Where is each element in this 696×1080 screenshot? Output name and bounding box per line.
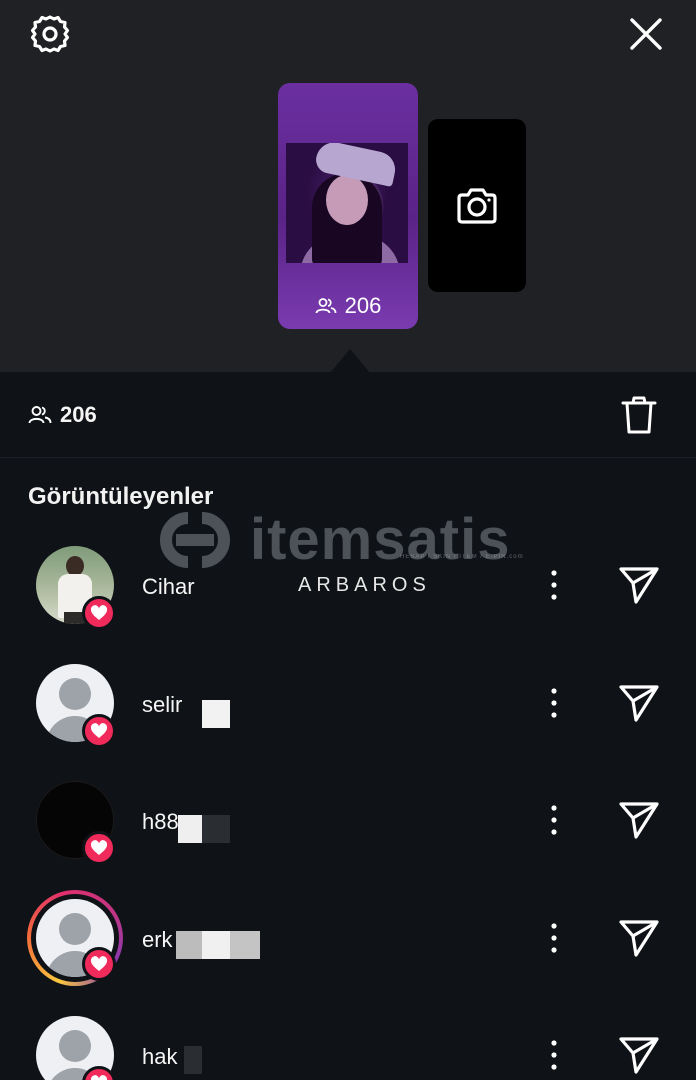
story-preview-area: 206 xyxy=(0,0,696,372)
redaction-block xyxy=(202,931,230,959)
redaction-block xyxy=(176,931,202,959)
settings-button[interactable] xyxy=(26,10,74,58)
more-icon xyxy=(551,688,557,718)
heart-icon xyxy=(90,605,108,620)
heart-icon xyxy=(90,840,108,855)
viewer-summary-bar: 206 xyxy=(0,372,696,458)
story-view-count: 206 xyxy=(278,293,418,319)
more-icon xyxy=(551,805,557,835)
more-options-button[interactable] xyxy=(540,802,568,838)
overlay-text: ARBAROS xyxy=(298,574,431,596)
heart-icon xyxy=(90,1075,108,1080)
heart-icon xyxy=(90,956,108,971)
like-badge xyxy=(82,947,116,981)
username[interactable]: hak xyxy=(142,1044,177,1070)
close-icon xyxy=(630,18,662,50)
story-thumbnail xyxy=(286,143,408,263)
viewer-count: 206 xyxy=(28,402,97,428)
heart-icon xyxy=(90,723,108,738)
more-options-button[interactable] xyxy=(540,920,568,956)
more-icon xyxy=(551,923,557,953)
send-icon xyxy=(619,920,659,957)
send-icon xyxy=(619,802,659,839)
trash-icon xyxy=(621,396,657,434)
list-item[interactable]: h88 xyxy=(0,761,696,879)
send-icon xyxy=(619,685,659,722)
like-badge xyxy=(82,831,116,865)
redaction-block xyxy=(178,815,202,843)
username[interactable]: selir xyxy=(142,692,182,718)
redaction-block xyxy=(202,700,230,728)
send-message-button[interactable] xyxy=(616,562,662,608)
send-icon xyxy=(619,1037,659,1074)
viewer-count-label: 206 xyxy=(60,402,97,427)
list-item[interactable]: selir xyxy=(0,644,696,762)
more-options-button[interactable] xyxy=(540,567,568,603)
redaction-block xyxy=(184,1046,202,1074)
send-icon xyxy=(619,567,659,604)
selected-story-pointer xyxy=(330,349,370,373)
more-options-button[interactable] xyxy=(540,1037,568,1073)
redaction-block xyxy=(230,931,260,959)
list-item[interactable]: hak xyxy=(0,996,696,1080)
viewers-icon xyxy=(315,298,337,314)
delete-story-button[interactable] xyxy=(618,394,660,436)
username[interactable]: Cihar xyxy=(142,574,195,600)
more-icon xyxy=(551,1040,557,1070)
like-badge xyxy=(82,596,116,630)
story-view-count-label: 206 xyxy=(344,293,382,318)
viewers-icon xyxy=(28,406,52,424)
add-story-card[interactable] xyxy=(428,119,526,292)
send-message-button[interactable] xyxy=(616,1032,662,1078)
camera-icon xyxy=(457,187,497,224)
send-message-button[interactable] xyxy=(616,680,662,726)
redaction-block xyxy=(202,815,230,843)
close-button[interactable] xyxy=(622,10,670,58)
send-message-button[interactable] xyxy=(616,915,662,961)
story-card-current[interactable]: 206 xyxy=(278,83,418,329)
username[interactable]: erk xyxy=(142,927,173,953)
list-item[interactable]: erk xyxy=(0,879,696,997)
gear-icon xyxy=(30,15,70,53)
username[interactable]: h88 xyxy=(142,809,179,835)
more-options-button[interactable] xyxy=(540,685,568,721)
like-badge xyxy=(82,714,116,748)
send-message-button[interactable] xyxy=(616,797,662,843)
more-icon xyxy=(551,570,557,600)
